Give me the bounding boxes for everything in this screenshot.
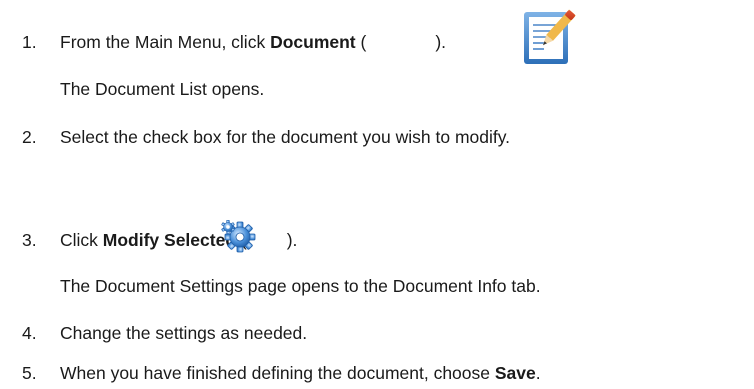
menu-item-document: Document [270, 32, 356, 52]
document-edit-icon [524, 9, 576, 64]
step-number: 4. [22, 323, 37, 343]
step-text: When you have finished defining the docu… [60, 363, 541, 383]
instruction-page: { "steps": [ { "number": "1.", "before":… [0, 0, 754, 389]
step-result: The Document List opens. [60, 79, 265, 99]
step-text: Select the check box for the document yo… [60, 127, 511, 147]
step-number: 5. [22, 363, 37, 383]
step-text: Change the settings as needed. [60, 323, 308, 343]
save-label: Save [494, 363, 536, 383]
step-number: 3. [22, 230, 37, 250]
modify-selected-label: Modify Selected [102, 230, 237, 250]
step-result: The Document Settings page opens to the … [60, 276, 541, 296]
step-text: Click Modify Selected (). [60, 230, 298, 250]
step-text: From the Main Menu, click Document (). [60, 32, 447, 52]
step-number: 1. [22, 32, 37, 52]
step-number: 2. [22, 127, 37, 147]
gear-icon [221, 219, 256, 253]
